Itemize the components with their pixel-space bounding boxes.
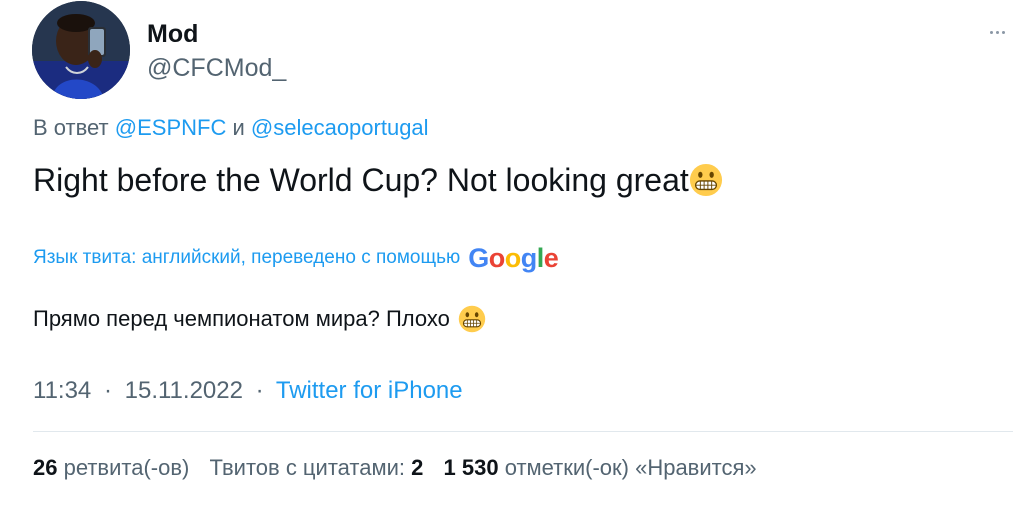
quotes-count: 2 (411, 455, 424, 480)
divider (33, 431, 1013, 432)
grimacing-face-icon (689, 163, 722, 197)
reply-context: В ответ @ESPNFC и @selecaoportugal (33, 114, 429, 142)
tweet-text: Right before the World Cup? Not looking … (33, 160, 723, 200)
grimacing-face-icon (458, 305, 486, 333)
author-handle[interactable]: @CFCMod_ (147, 53, 286, 83)
quotes-stat[interactable]: Твитов с цитатами: 2 (210, 452, 424, 484)
meta-separator: · (255, 377, 264, 404)
likes-count: 1 530 (443, 455, 499, 480)
more-options-icon[interactable] (982, 22, 1012, 42)
quotes-label: Твитов с цитатами: (209, 455, 406, 480)
tweet-date[interactable]: 15.11.2022 (125, 377, 243, 404)
author-display-name[interactable]: Mod (147, 19, 198, 49)
reply-mention-espnfc[interactable]: @ESPNFC (115, 115, 227, 140)
tweet-time[interactable]: 11:34 (33, 377, 91, 404)
retweets-stat[interactable]: 26 ретвита(-ов) (33, 452, 189, 484)
translated-tweet-text: Прямо перед чемпионатом мира? Плохо (33, 303, 486, 335)
tweet-meta: 11:34 · 15.11.2022 · Twitter for iPhone (33, 375, 463, 407)
retweets-label: ретвита(-ов) (63, 455, 190, 480)
translated-text-content: Прямо перед чемпионатом мира? Плохо (33, 306, 450, 331)
translation-notice[interactable]: Язык твита: английский, переведено с пом… (33, 243, 559, 273)
translation-notice-text: Язык твита: английский, переведено с пом… (33, 247, 461, 268)
retweets-count: 26 (33, 455, 58, 480)
reply-prefix: В ответ (33, 115, 109, 140)
reply-mention-selecaoportugal[interactable]: @selecaoportugal (251, 115, 429, 140)
avatar[interactable] (32, 1, 130, 99)
likes-label: отметки(-ок) «Нравится» (504, 455, 757, 480)
google-logo: Google (468, 243, 559, 273)
tweet-text-content: Right before the World Cup? Not looking … (33, 162, 689, 198)
tweet-stats: 26 ретвита(-ов) Твитов с цитатами: 2 1 5… (33, 452, 757, 484)
avatar-image (32, 1, 130, 99)
likes-stat[interactable]: 1 530 отметки(-ок) «Нравится» (444, 452, 757, 484)
reply-conjunction: и (232, 115, 245, 140)
meta-separator: · (103, 377, 112, 404)
tweet-source[interactable]: Twitter for iPhone (276, 377, 463, 404)
